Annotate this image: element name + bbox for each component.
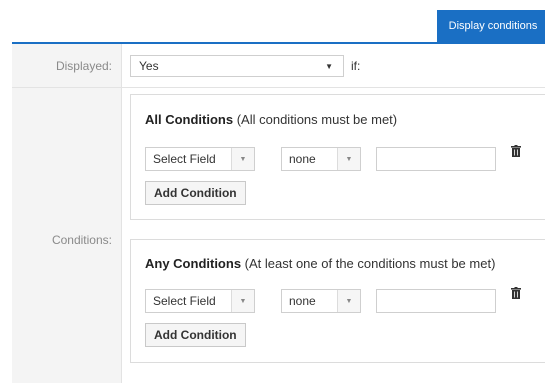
any-operator-select-value: none xyxy=(289,294,316,308)
all-operator-select-value: none xyxy=(289,152,316,166)
any-field-select[interactable]: Select Field ▼ xyxy=(145,289,255,313)
row-divider xyxy=(12,87,545,88)
chevron-down-icon: ▼ xyxy=(325,62,333,71)
any-conditions-title-bold: Any Conditions xyxy=(145,256,242,271)
conditions-label: Conditions: xyxy=(51,233,112,247)
chevron-down-icon: ▼ xyxy=(337,290,360,312)
all-add-condition-button[interactable]: Add Condition xyxy=(145,181,246,205)
displayed-select-value: Yes xyxy=(139,59,159,73)
chevron-down-icon: ▼ xyxy=(231,148,254,170)
all-conditions-panel: All Conditions (All conditions must be m… xyxy=(130,94,545,220)
label-column xyxy=(12,44,122,383)
display-conditions-form: Displayed: Yes ▼ if: Conditions: All Con… xyxy=(12,44,545,383)
any-field-select-value: Select Field xyxy=(153,294,216,308)
chevron-down-icon: ▼ xyxy=(231,290,254,312)
displayed-label: Displayed: xyxy=(55,59,112,73)
top-bar: Display conditions xyxy=(0,0,545,44)
chevron-down-icon: ▼ xyxy=(337,148,360,170)
any-value-input[interactable] xyxy=(376,289,496,313)
any-add-condition-button[interactable]: Add Condition xyxy=(145,323,246,347)
trash-icon[interactable] xyxy=(511,145,521,157)
any-operator-select[interactable]: none ▼ xyxy=(281,289,361,313)
all-conditions-title-bold: All Conditions xyxy=(145,112,234,127)
all-value-input[interactable] xyxy=(376,147,496,171)
any-conditions-title: Any Conditions (At least one of the cond… xyxy=(145,256,495,271)
displayed-if-text: if: xyxy=(351,59,361,73)
all-conditions-title-rest: (All conditions must be met) xyxy=(233,112,398,127)
all-operator-select[interactable]: none ▼ xyxy=(281,147,361,171)
all-conditions-title: All Conditions (All conditions must be m… xyxy=(145,112,397,127)
trash-icon[interactable] xyxy=(511,287,521,299)
any-conditions-panel: Any Conditions (At least one of the cond… xyxy=(130,239,545,363)
tab-display-conditions[interactable]: Display conditions xyxy=(437,10,545,42)
all-field-select[interactable]: Select Field ▼ xyxy=(145,147,255,171)
displayed-select[interactable]: Yes ▼ xyxy=(130,55,344,77)
all-field-select-value: Select Field xyxy=(153,152,216,166)
any-conditions-title-rest: (At least one of the conditions must be … xyxy=(241,256,496,271)
